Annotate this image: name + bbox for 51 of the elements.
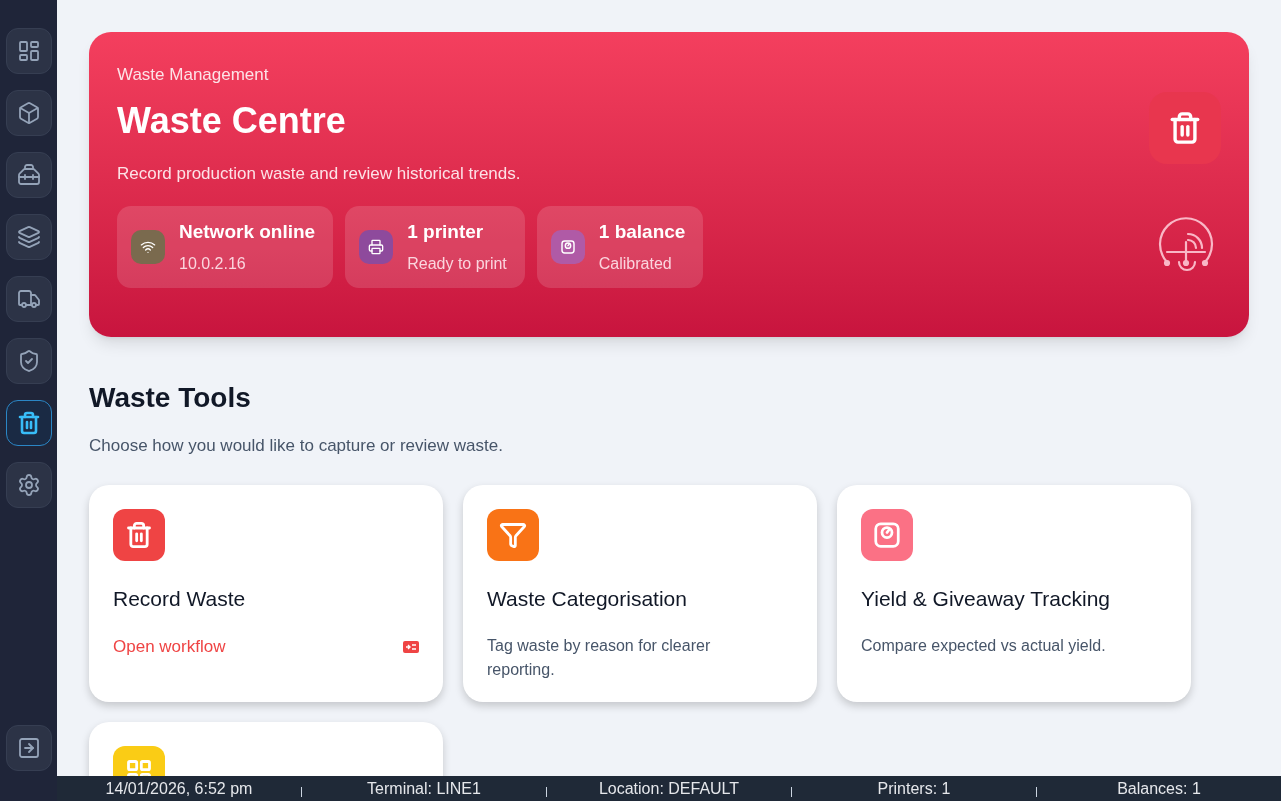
dashboard-icon bbox=[16, 39, 41, 63]
tool-card[interactable]: Waste Categorisation Tag waste by reason for clearer reporting. bbox=[463, 484, 817, 702]
logout-icon bbox=[16, 736, 41, 760]
tool-description: Tag waste by reason for clearer reporting. bbox=[487, 636, 712, 680]
status-bar-item: Printers: 1 bbox=[876, 778, 952, 799]
sidebar-nav-button[interactable] bbox=[5, 338, 52, 384]
scale-icon bbox=[559, 239, 576, 255]
scale-icon bbox=[872, 519, 902, 550]
box-icon bbox=[16, 101, 41, 125]
section-subtitle: Choose how you would like to capture or review waste. bbox=[89, 435, 504, 457]
tool-card[interactable]: Record Waste Open workflow bbox=[89, 484, 443, 702]
trash-icon bbox=[1168, 111, 1202, 145]
status-title: Network online bbox=[179, 219, 316, 244]
toolbox-icon bbox=[16, 163, 41, 187]
status-bar-item: Terminal: LINE1 bbox=[366, 778, 482, 799]
layers-icon bbox=[16, 225, 41, 249]
antenna-emblem-icon bbox=[1157, 216, 1215, 274]
tool-description: Compare expected vs actual yield. bbox=[861, 636, 1107, 656]
trash-icon bbox=[125, 520, 153, 549]
tool-title: Yield & Giveaway Tracking bbox=[861, 585, 1111, 612]
hero-subtitle: Record production waste and review historical trends. bbox=[117, 162, 522, 185]
status-detail: Calibrated bbox=[598, 254, 673, 275]
wifi-icon bbox=[140, 239, 156, 255]
form-icon bbox=[403, 640, 419, 653]
sidebar-nav-button[interactable] bbox=[5, 400, 52, 446]
status-bar-item: 14/01/2026, 6:52 pm bbox=[104, 778, 254, 799]
printer-icon bbox=[368, 239, 385, 255]
hero-eyebrow: Waste Management bbox=[117, 64, 270, 86]
status-title: 1 printer bbox=[407, 219, 485, 244]
sidebar-nav-button[interactable] bbox=[5, 462, 52, 508]
tool-title: Waste Categorisation bbox=[487, 585, 688, 612]
tool-card[interactable]: Yield & Giveaway Tracking Compare expected vs actual yield. bbox=[837, 484, 1191, 702]
tool-title: Record Waste bbox=[113, 585, 247, 612]
status-title: 1 balance bbox=[598, 219, 686, 244]
status-detail: Ready to print bbox=[407, 254, 507, 275]
sidebar-nav-button[interactable] bbox=[5, 28, 52, 74]
settings-icon bbox=[16, 473, 41, 497]
truck-icon bbox=[16, 287, 41, 311]
sidebar-nav-button[interactable] bbox=[5, 152, 52, 198]
status-bar-item: Location: DEFAULT bbox=[597, 778, 741, 799]
sidebar-nav-button[interactable] bbox=[5, 90, 52, 136]
section-title: Waste Tools bbox=[89, 381, 252, 415]
hero-title: Waste Centre bbox=[117, 98, 347, 143]
open-workflow-link[interactable]: Open workflow bbox=[113, 634, 226, 660]
filter-icon bbox=[499, 520, 527, 549]
sidebar-nav-button[interactable] bbox=[5, 214, 52, 260]
logout-button[interactable] bbox=[5, 725, 52, 771]
trash-icon bbox=[16, 411, 41, 435]
status-bar-item: Balances: 1 bbox=[1116, 778, 1202, 799]
sidebar-nav-button[interactable] bbox=[5, 276, 52, 322]
status-detail: 10.0.2.16 bbox=[179, 254, 247, 275]
